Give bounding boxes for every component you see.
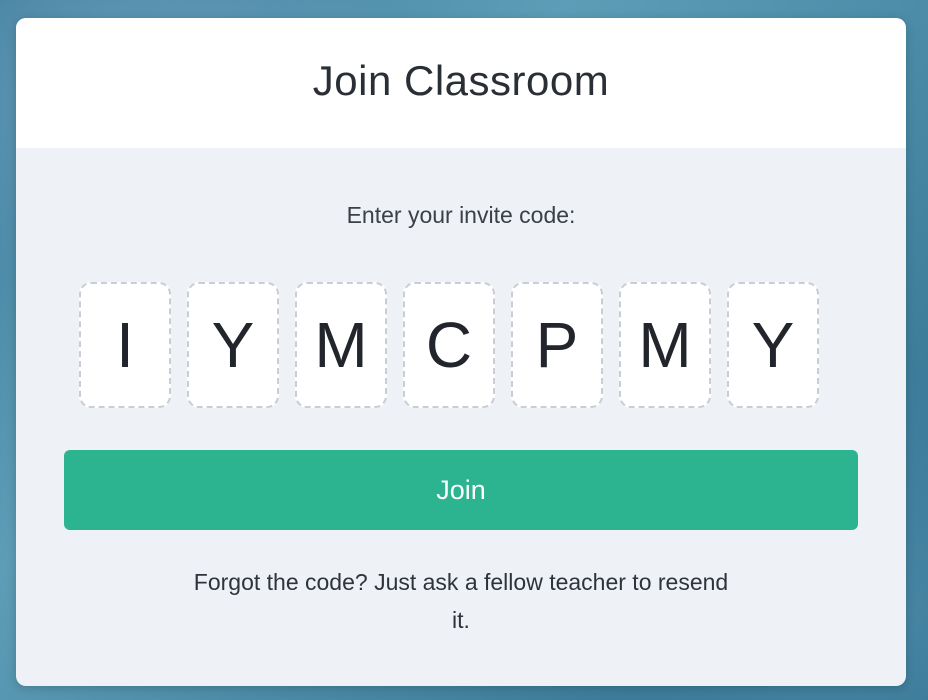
join-button[interactable]: Join (64, 450, 858, 530)
code-input-4[interactable]: C (403, 282, 495, 408)
join-classroom-dialog: Join Classroom Enter your invite code: I… (16, 18, 906, 686)
invite-code-prompt: Enter your invite code: (346, 202, 576, 228)
dialog-title: Join Classroom (312, 57, 610, 104)
code-input-7[interactable]: Y (727, 282, 819, 408)
invite-code-inputs: I Y M C P M Y (79, 282, 819, 408)
code-input-3[interactable]: M (295, 282, 387, 408)
code-input-6[interactable]: M (619, 282, 711, 408)
dialog-body: Enter your invite code: I Y M C P M Y Jo… (16, 148, 906, 686)
code-input-5[interactable]: P (511, 282, 603, 408)
dialog-header: Join Classroom (16, 18, 906, 148)
code-input-1[interactable]: I (79, 282, 171, 408)
help-text: Forgot the code? Just ask a fellow teach… (193, 569, 729, 633)
code-input-2[interactable]: Y (187, 282, 279, 408)
